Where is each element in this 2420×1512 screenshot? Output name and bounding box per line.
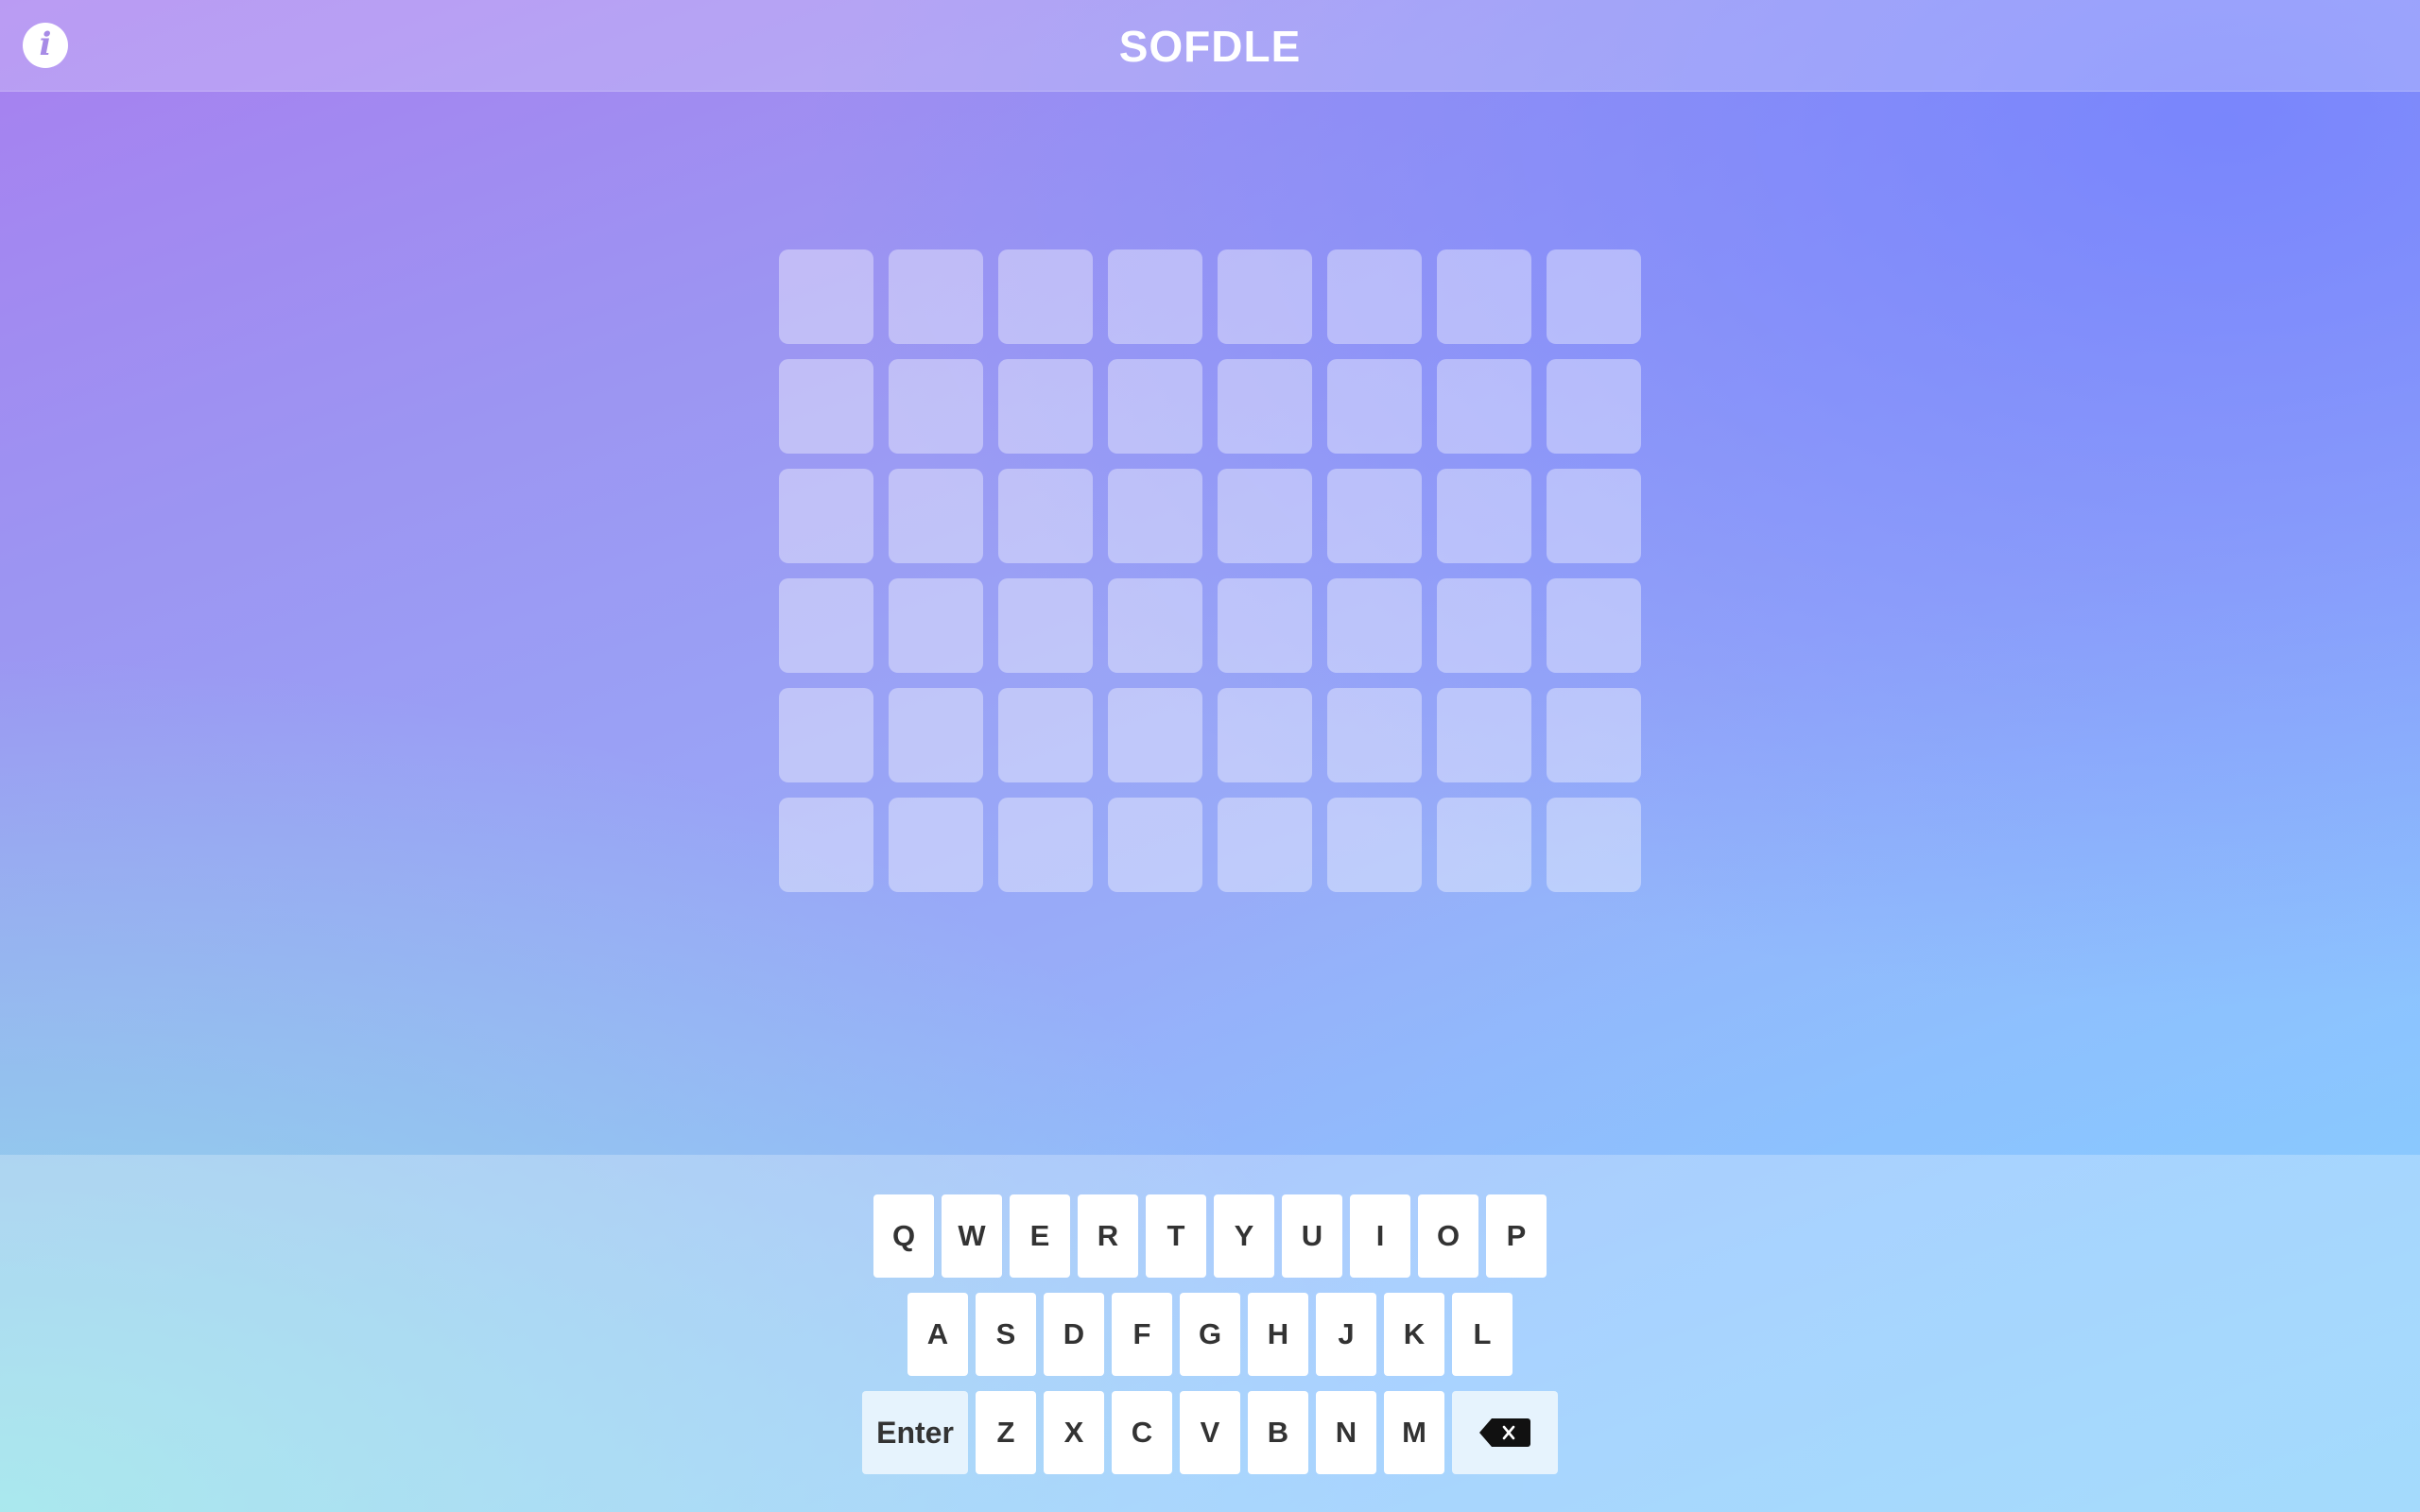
key-u[interactable]: U [1282,1194,1342,1278]
board-tile [1437,249,1531,344]
page-title: SOFDLE [1118,22,1302,71]
board-tile [779,249,873,344]
keyboard-row-3-letters: ZXCVBNM [976,1391,1444,1474]
board-tile [1547,359,1641,454]
game-board [779,249,1641,892]
board-tile [1108,688,1202,782]
key-z[interactable]: Z [976,1391,1036,1474]
board-tile [998,469,1093,563]
key-e[interactable]: E [1010,1194,1070,1278]
board-tile [889,578,983,673]
key-h[interactable]: H [1248,1293,1308,1376]
board-tile [1218,249,1312,344]
backspace-key[interactable] [1452,1391,1558,1474]
board-tile [1218,359,1312,454]
key-m[interactable]: M [1384,1391,1444,1474]
board-tile [1327,798,1422,892]
board-tile [998,359,1093,454]
board-tile [1327,469,1422,563]
board-tile [779,798,873,892]
backspace-icon [1479,1418,1530,1447]
board-tile [1547,469,1641,563]
board-tile [1108,798,1202,892]
header-bar: i SOFDLE [0,0,2420,92]
key-g[interactable]: G [1180,1293,1240,1376]
key-t[interactable]: T [1146,1194,1206,1278]
key-x[interactable]: X [1044,1391,1104,1474]
board-tile [889,469,983,563]
board-tile [1437,688,1531,782]
key-a[interactable]: A [908,1293,968,1376]
board-tile [1437,359,1531,454]
keyboard-row-1: QWERTYUIOP [873,1194,1547,1278]
keyboard: QWERTYUIOP ASDFGHJKL Enter ZXCVBNM [0,1155,2420,1512]
board-tile [1108,469,1202,563]
board-tile [1218,578,1312,673]
board-tile [1108,359,1202,454]
key-v[interactable]: V [1180,1391,1240,1474]
key-r[interactable]: R [1078,1194,1138,1278]
board-tile [1547,688,1641,782]
board-tile [1218,798,1312,892]
board-tile [1437,798,1531,892]
board-tile [779,578,873,673]
key-n[interactable]: N [1316,1391,1376,1474]
board-tile [998,688,1093,782]
board-tile [889,249,983,344]
board-tile [779,359,873,454]
key-s[interactable]: S [976,1293,1036,1376]
board-tile [779,469,873,563]
board-tile [1547,798,1641,892]
key-b[interactable]: B [1248,1391,1308,1474]
key-p[interactable]: P [1486,1194,1547,1278]
key-j[interactable]: J [1316,1293,1376,1376]
enter-key[interactable]: Enter [862,1391,968,1474]
board-tile [1218,469,1312,563]
board-tile [1327,359,1422,454]
board-tile [1327,578,1422,673]
key-y[interactable]: Y [1214,1194,1274,1278]
keyboard-row-2: ASDFGHJKL [908,1293,1512,1376]
board-tile [889,359,983,454]
key-l[interactable]: L [1452,1293,1512,1376]
board-tile [998,578,1093,673]
keyboard-row-3: Enter ZXCVBNM [862,1391,1558,1474]
board-tile [998,798,1093,892]
key-o[interactable]: O [1418,1194,1478,1278]
key-w[interactable]: W [942,1194,1002,1278]
board-tile [1218,688,1312,782]
key-f[interactable]: F [1112,1293,1172,1376]
board-tile [1327,688,1422,782]
key-k[interactable]: K [1384,1293,1444,1376]
board-tile [1327,249,1422,344]
board-tile [1547,578,1641,673]
key-c[interactable]: C [1112,1391,1172,1474]
board-tile [779,688,873,782]
board-tile [1437,578,1531,673]
board-tile [889,688,983,782]
key-i[interactable]: I [1350,1194,1410,1278]
board-tile [889,798,983,892]
board-tile [1108,249,1202,344]
board-tile [1547,249,1641,344]
board-tile [1108,578,1202,673]
key-q[interactable]: Q [873,1194,934,1278]
key-d[interactable]: D [1044,1293,1104,1376]
board-tile [1437,469,1531,563]
board-tile [998,249,1093,344]
